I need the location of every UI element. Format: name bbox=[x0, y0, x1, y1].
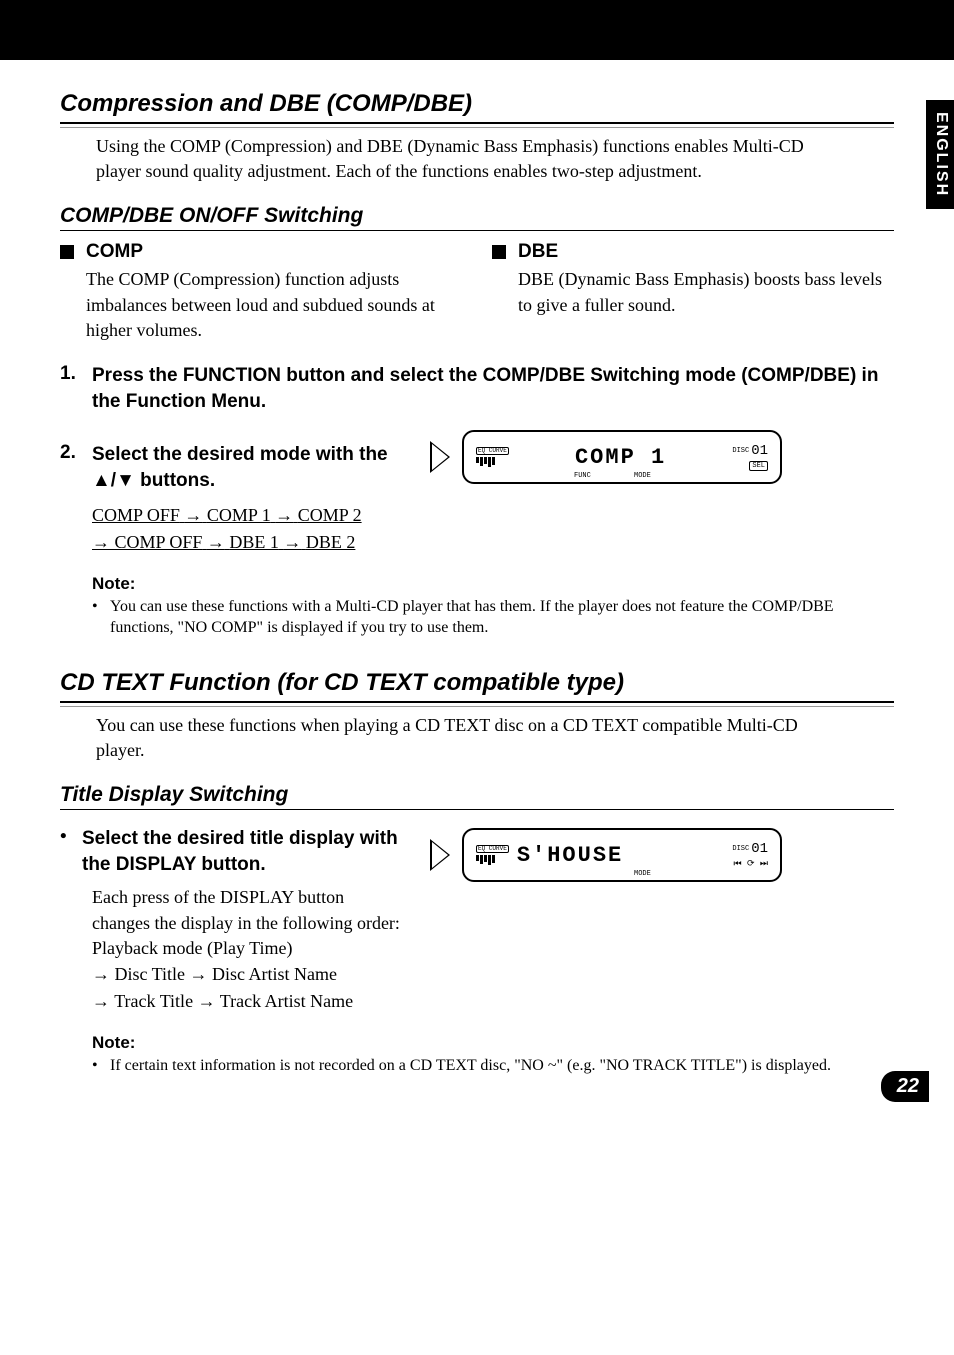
section-heading-cdtext: CD TEXT Function (for CD TEXT compatible… bbox=[60, 669, 894, 703]
subsection-heading-switching: COMP/DBE ON/OFF Switching bbox=[60, 204, 894, 231]
arrow-right-icon: → bbox=[184, 505, 202, 525]
step-1: 1. Press the FUNCTION button and select … bbox=[60, 363, 894, 414]
step-2-row: 2. Select the desired mode with the ▲/▼ … bbox=[60, 422, 894, 555]
pointer-right-icon bbox=[430, 839, 450, 871]
step-2-text: Select the desired mode with the ▲/▼ but… bbox=[92, 442, 400, 493]
arrow-right-icon: → bbox=[207, 532, 225, 552]
note-cdtext: Note: • If certain text information is n… bbox=[92, 1033, 894, 1077]
step-2-number: 2. bbox=[60, 442, 82, 493]
up-down-buttons-icon: ▲/▼ bbox=[92, 470, 135, 491]
mode-indicator: MODE bbox=[634, 472, 651, 480]
bullet-dot-icon: • bbox=[60, 826, 72, 877]
square-bullet-icon bbox=[60, 245, 74, 259]
eq-curve-label: EQ CURVE bbox=[476, 447, 509, 455]
eq-curve-label: EQ CURVE bbox=[476, 845, 509, 853]
arrow-right-icon: → bbox=[283, 532, 301, 552]
step-2: 2. Select the desired mode with the ▲/▼ … bbox=[60, 442, 400, 493]
bullet-dot-icon: • bbox=[92, 1055, 102, 1077]
section-heading-comp-dbe: Compression and DBE (COMP/DBE) bbox=[60, 90, 894, 124]
pointer-right-icon bbox=[430, 441, 450, 473]
title-step-body-b: Playback mode (Play Time) bbox=[92, 936, 400, 961]
lcd-main-text: COMP 1 bbox=[509, 445, 733, 470]
note-body: You can use these functions with a Multi… bbox=[110, 596, 894, 639]
disc-number: 01 bbox=[751, 841, 768, 857]
comp-body: The COMP (Compression) function adjusts … bbox=[86, 267, 462, 343]
dbe-column: DBE DBE (Dynamic Bass Emphasis) boosts b… bbox=[492, 241, 894, 343]
arrow-right-icon: → bbox=[92, 964, 110, 984]
dbe-body: DBE (Dynamic Bass Emphasis) boosts bass … bbox=[518, 267, 894, 317]
note-title: Note: bbox=[92, 1033, 894, 1053]
title-step-text: Select the desired title display with th… bbox=[82, 826, 400, 877]
mode-indicator: MODE bbox=[634, 870, 651, 878]
subsection-heading-title-display: Title Display Switching bbox=[60, 783, 894, 810]
lcd-display-cdtext: EQ CURVE S'HOUSE DISC01 ⏮ ⟳ ⏭ MODE bbox=[462, 828, 782, 882]
page-body: Compression and DBE (COMP/DBE) Using the… bbox=[0, 60, 954, 1127]
lcd-display-comp: EQ CURVE COMP 1 DISC01 SEL FUNC MODE bbox=[462, 430, 782, 484]
section-intro-cdtext: You can use these functions when playing… bbox=[96, 713, 836, 763]
arrow-right-icon: → bbox=[92, 532, 110, 552]
eq-bars-icon bbox=[476, 457, 509, 467]
lcd-main-text: S'HOUSE bbox=[509, 843, 733, 868]
note-body: If certain text information is not recor… bbox=[110, 1055, 831, 1077]
eq-bars-icon bbox=[476, 855, 509, 865]
arrow-right-icon: → bbox=[92, 991, 110, 1011]
disc-label: DISC bbox=[732, 845, 749, 853]
comp-heading: COMP bbox=[86, 241, 143, 263]
playback-controls-icon: ⏮ ⟳ ⏭ bbox=[733, 859, 768, 869]
note-title: Note: bbox=[92, 574, 894, 594]
page-number: 22 bbox=[881, 1071, 929, 1102]
title-sequence: → Disc Title → Disc Artist Name → Track … bbox=[92, 961, 400, 1015]
title-step-body-a: Each press of the DISPLAY button changes… bbox=[92, 885, 400, 935]
bullet-dot-icon: • bbox=[92, 596, 102, 639]
title-display-row: • Select the desired title display with … bbox=[60, 820, 894, 1015]
square-bullet-icon bbox=[492, 245, 506, 259]
disc-label: DISC bbox=[732, 447, 749, 455]
arrow-right-icon: → bbox=[190, 964, 208, 984]
comp-dbe-sequence: COMP OFF → COMP 1 → COMP 2 → COMP OFF → … bbox=[92, 502, 400, 556]
comp-dbe-columns: COMP The COMP (Compression) function adj… bbox=[60, 241, 894, 343]
func-indicator: FUNC bbox=[574, 472, 591, 480]
title-step: • Select the desired title display with … bbox=[60, 826, 400, 877]
comp-column: COMP The COMP (Compression) function adj… bbox=[60, 241, 462, 343]
arrow-right-icon: → bbox=[275, 505, 293, 525]
step-1-number: 1. bbox=[60, 363, 82, 414]
sel-indicator: SEL bbox=[749, 461, 768, 471]
note-comp-dbe: Note: • You can use these functions with… bbox=[92, 574, 894, 639]
section-intro-comp-dbe: Using the COMP (Compression) and DBE (Dy… bbox=[96, 134, 836, 184]
dbe-heading: DBE bbox=[518, 241, 558, 263]
disc-number: 01 bbox=[751, 443, 768, 459]
step-1-text: Press the FUNCTION button and select the… bbox=[92, 363, 894, 414]
arrow-right-icon: → bbox=[198, 991, 216, 1011]
top-black-bar bbox=[0, 0, 954, 60]
